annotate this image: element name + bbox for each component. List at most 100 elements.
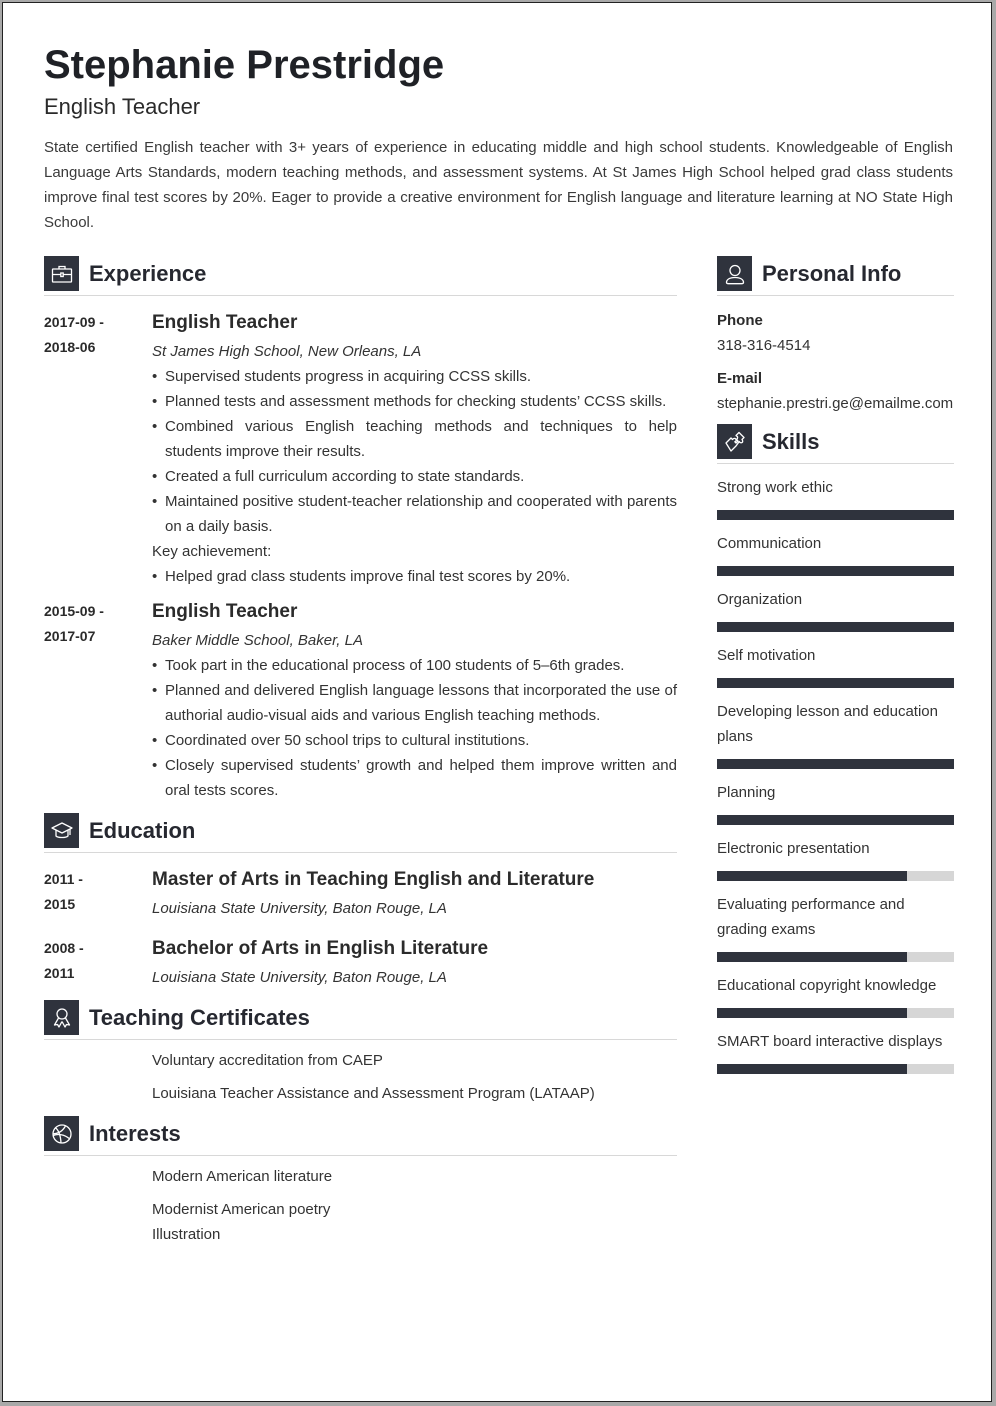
experience-entry: 2017-09 - 2018-06 English Teacher St Jam… <box>44 310 677 589</box>
skill-level-bar <box>717 1064 954 1074</box>
personal-info-section: Personal Info Phone 318-316-4514 E-mail … <box>717 256 954 416</box>
interests-list: Modern American literature Modernist Ame… <box>44 1164 677 1247</box>
skill-name: Developing lesson and education plans <box>717 703 938 745</box>
skills-header: Skills <box>717 424 954 464</box>
skill-level-bar <box>717 871 954 881</box>
entry-body: English Teacher St James High School, Ne… <box>152 310 677 589</box>
date-end: 2015 <box>44 896 76 912</box>
degree-title: Bachelor of Arts in English Literature <box>152 938 489 959</box>
email-value: stephanie.prestri.ge@emailme.com <box>717 395 954 412</box>
experience-header: Experience <box>44 256 677 296</box>
school-name: Louisiana State University, Baton Rouge,… <box>152 969 447 986</box>
skill-name: Self motivation <box>717 647 816 664</box>
date-end: 2011 <box>44 965 75 981</box>
interest-item: Illustration <box>152 1226 221 1243</box>
skill-item: Self motivation <box>717 643 954 688</box>
experience-title: Experience <box>89 261 207 286</box>
certificates-list: Voluntary accreditation from CAEP Louisi… <box>44 1048 677 1106</box>
skill-item: Communication <box>717 531 954 576</box>
skill-name: Electronic presentation <box>717 840 870 857</box>
entry-role: English Teacher <box>152 312 298 333</box>
skill-name: Organization <box>717 591 803 608</box>
phone-value: 318-316-4514 <box>717 337 811 354</box>
degree-title: Master of Arts in Teaching English and L… <box>152 869 595 890</box>
left-column: Experience 2017-09 - 2018-06 English Tea… <box>44 256 677 1247</box>
bullet-item: Helped grad class students improve final… <box>152 564 677 589</box>
entry-place: St James High School, New Orleans, LA <box>152 343 422 360</box>
entry-body: Bachelor of Arts in English Literature L… <box>152 936 677 990</box>
date-start: 2015-09 - <box>44 603 104 619</box>
skill-level-bar <box>717 566 954 576</box>
date-end: 2018-06 <box>44 339 96 355</box>
date-end: 2017-07 <box>44 628 96 644</box>
key-achievement-bullets: Helped grad class students improve final… <box>152 564 677 589</box>
skill-item: Evaluating performance and grading exams <box>717 892 954 962</box>
skill-name: Evaluating performance and grading exams <box>717 896 905 938</box>
phone-label: Phone <box>717 312 763 329</box>
certificates-section: Teaching Certificates Voluntary accredit… <box>44 1000 677 1106</box>
skill-level-fill <box>717 871 907 881</box>
bullet-item: Combined various English teaching method… <box>152 414 677 464</box>
personal-info-header: Personal Info <box>717 256 954 296</box>
experience-entry: 2015-09 - 2017-07 English Teacher Baker … <box>44 599 677 803</box>
entry-date: 2011 - 2015 <box>44 867 152 921</box>
skill-item: Electronic presentation <box>717 836 954 881</box>
resume-page: Stephanie Prestridge English Teacher Sta… <box>2 2 992 1402</box>
user-icon <box>717 256 752 291</box>
skill-name: Educational copyright knowledge <box>717 977 937 994</box>
skill-level-fill <box>717 510 954 520</box>
interest-item: Modernist American poetry <box>152 1201 331 1218</box>
bullet-item: Created a full curriculum according to s… <box>152 464 677 489</box>
bullet-item: Supervised students progress in acquirin… <box>152 364 677 389</box>
skill-item: Planning <box>717 780 954 825</box>
certificate-item: Voluntary accreditation from CAEP <box>152 1052 383 1069</box>
skill-level-bar <box>717 510 954 520</box>
bullet-item: Planned tests and assessment methods for… <box>152 389 677 414</box>
puzzle-piece-icon <box>717 424 752 459</box>
entry-place: Baker Middle School, Baker, LA <box>152 632 363 649</box>
candidate-title: English Teacher <box>44 94 201 119</box>
date-start: 2008 - <box>44 940 84 956</box>
skill-level-fill <box>717 759 954 769</box>
skill-item: Organization <box>717 587 954 632</box>
candidate-name: Stephanie Prestridge <box>44 43 445 87</box>
skills-list: Strong work ethic Communication Organizati… <box>717 475 954 1074</box>
interest-item: Modern American literature <box>152 1168 333 1185</box>
skill-name: Communication <box>717 535 822 552</box>
education-entry: 2008 - 2011 Bachelor of Arts in English … <box>44 936 677 990</box>
education-entry: 2011 - 2015 Master of Arts in Teaching E… <box>44 867 677 921</box>
award-ribbon-icon <box>44 1000 79 1035</box>
skill-name: Strong work ethic <box>717 479 833 496</box>
right-column: Personal Info Phone 318-316-4514 E-mail … <box>717 256 954 1074</box>
key-achievement-label: Key achievement: <box>152 543 272 560</box>
certificates-header: Teaching Certificates <box>44 1000 677 1040</box>
skill-level-fill <box>717 566 954 576</box>
interests-title: Interests <box>89 1121 181 1146</box>
skill-level-bar <box>717 815 954 825</box>
skill-name: Planning <box>717 784 776 801</box>
entry-date: 2015-09 - 2017-07 <box>44 599 152 803</box>
graduation-cap-icon <box>44 813 79 848</box>
skill-level-bar <box>717 622 954 632</box>
skill-level-fill <box>717 678 954 688</box>
skills-section: Skills Strong work ethic Communication Org… <box>717 424 954 1074</box>
skill-item: Educational copyright knowledge <box>717 973 954 1018</box>
entry-body: Master of Arts in Teaching English and L… <box>152 867 677 921</box>
skill-name: SMART board interactive displays <box>717 1033 943 1050</box>
bullet-item: Maintained positive student-teacher rela… <box>152 489 677 539</box>
entry-body: English Teacher Baker Middle School, Bak… <box>152 599 677 803</box>
date-start: 2011 - <box>44 871 83 887</box>
skill-item: Strong work ethic <box>717 475 954 520</box>
skills-title: Skills <box>762 429 820 454</box>
summary: State certified English teacher with 3+ … <box>44 139 953 231</box>
briefcase-icon <box>44 256 79 291</box>
certificates-title: Teaching Certificates <box>89 1005 310 1030</box>
skill-level-bar <box>717 678 954 688</box>
education-title: Education <box>89 818 196 843</box>
certificate-item: Louisiana Teacher Assistance and Assessm… <box>152 1085 595 1102</box>
interests-header: Interests <box>44 1116 677 1156</box>
bullet-item: Coordinated over 50 school trips to cult… <box>152 728 677 753</box>
bullet-item: Planned and delivered English language l… <box>152 678 677 728</box>
skill-level-fill <box>717 952 907 962</box>
bullet-item: Took part in the educational process of … <box>152 653 677 678</box>
